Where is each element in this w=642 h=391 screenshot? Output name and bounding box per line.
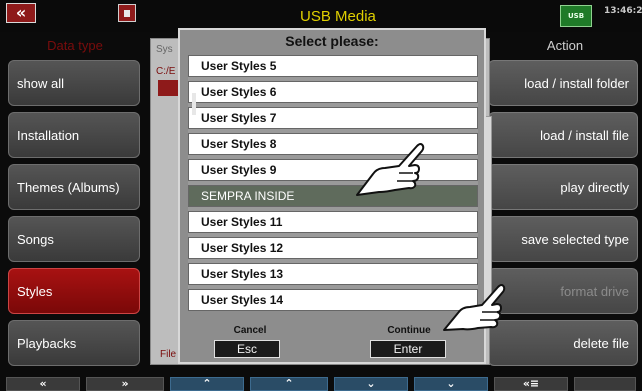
nav-button[interactable] [574, 377, 636, 391]
nav-button[interactable]: ⌃ [170, 377, 244, 391]
trash-icon[interactable] [118, 4, 136, 22]
list-item[interactable]: User Styles 14 [188, 289, 478, 311]
data-type-installation[interactable]: Installation [8, 112, 140, 158]
select-dialog: Select please: User Styles 5 User Styles… [178, 28, 486, 364]
nav-button[interactable]: ⌄ [414, 377, 488, 391]
file-label: File [160, 349, 177, 360]
save-selected-type-button[interactable]: save selected type [488, 216, 638, 262]
style-list[interactable]: User Styles 5 User Styles 6 User Styles … [188, 55, 478, 311]
data-type-show-all[interactable]: show all [8, 60, 140, 106]
data-type-themes[interactable]: Themes (Albums) [8, 164, 140, 210]
list-item[interactable]: User Styles 5 [188, 55, 478, 77]
list-item[interactable]: User Styles 11 [188, 211, 478, 233]
hand-pointer-icon [356, 143, 425, 196]
data-type-styles[interactable]: Styles [8, 268, 140, 314]
usb-icon: USB [560, 5, 592, 27]
trash-glyph [124, 10, 130, 17]
page-title: USB Media [300, 8, 376, 25]
nav-button[interactable]: » [86, 377, 164, 391]
data-type-songs[interactable]: Songs [8, 216, 140, 262]
list-item[interactable]: User Styles 8 [188, 133, 478, 155]
list-item-selected[interactable]: SEMPRA INSIDE [188, 185, 478, 207]
load-install-folder-button[interactable]: load / install folder [488, 60, 638, 106]
delete-file-button[interactable]: delete file [488, 320, 638, 366]
play-directly-button[interactable]: play directly [488, 164, 638, 210]
nav-button[interactable]: «≡ [494, 377, 568, 391]
scrollbar-thumb[interactable] [192, 93, 196, 115]
list-item[interactable]: User Styles 6 [188, 81, 478, 103]
back-button[interactable]: « [6, 3, 36, 23]
data-type-playbacks[interactable]: Playbacks [8, 320, 140, 366]
esc-button[interactable]: Esc [214, 340, 280, 358]
cancel-label: Cancel [233, 325, 267, 336]
list-item[interactable]: User Styles 12 [188, 237, 478, 259]
data-type-header: Data type [0, 35, 150, 57]
clock: 13:46:2 [604, 6, 642, 16]
dialog-title: Select please: [285, 33, 379, 49]
list-item[interactable]: User Styles 9 [188, 159, 478, 181]
list-item[interactable]: User Styles 13 [188, 263, 478, 285]
continue-label: Continue [387, 325, 431, 336]
nav-button[interactable]: ⌃ [250, 377, 328, 391]
nav-button[interactable]: « [6, 377, 80, 391]
action-header: Action [488, 35, 642, 57]
list-item[interactable]: User Styles 7 [188, 107, 478, 129]
format-drive-button[interactable]: format drive [488, 268, 638, 314]
enter-button[interactable]: Enter [370, 340, 446, 358]
hand-pointer-icon [443, 284, 506, 331]
load-install-file-button[interactable]: load / install file [488, 112, 638, 158]
nav-button[interactable]: ⌄ [334, 377, 408, 391]
